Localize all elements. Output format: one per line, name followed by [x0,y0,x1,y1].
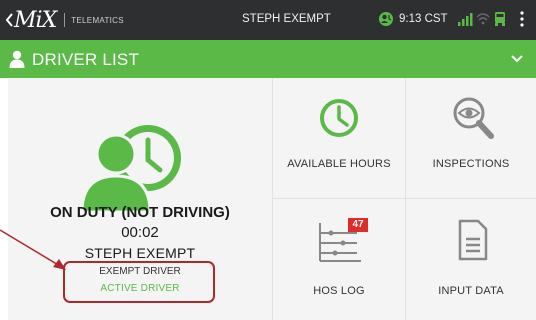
tile-input-data[interactable]: INPUT DATA [406,199,536,320]
driver-on-duty-icon [80,125,181,212]
overflow-menu-icon[interactable] [520,11,524,27]
clock-status-icon [379,12,393,26]
driver-status-panel[interactable]: ON DUTY (NOT DRIVING) 00:02 STEPH EXEMPT… [8,78,273,320]
hos-log-badge: 47 [348,218,368,232]
tile-label: HOS LOG [313,285,365,297]
document-icon [458,219,488,261]
tile-inspections[interactable]: INSPECTIONS [406,78,536,199]
driver-list-header[interactable]: DRIVER LIST [0,40,536,78]
duty-status: ON DUTY (NOT DRIVING) [50,204,230,221]
duty-elapsed-time: 00:02 [121,224,159,241]
status-bar: MiX TELEMATICS STEPH EXEMPT 9:13 CST [0,0,536,40]
brand: MiX TELEMATICS [14,6,124,34]
tile-label: INSPECTIONS [432,158,510,170]
tile-label: AVAILABLE HOURS [287,158,391,170]
signal-icon [458,13,473,26]
tile-hos-log[interactable]: 47 HOS LOG [273,199,406,320]
chevron-down-icon[interactable] [510,54,524,64]
tile-label: INPUT DATA [438,285,504,297]
main-content: ON DUTY (NOT DRIVING) 00:02 STEPH EXEMPT… [8,78,536,320]
brand-subtitle: TELEMATICS [71,15,124,25]
header-title: DRIVER LIST [32,50,140,69]
current-driver-name: STEPH EXEMPT [242,13,331,25]
magnifier-eye-icon [453,97,494,139]
exempt-driver-label: EXEMPT DRIVER [99,266,181,277]
clock-icon [320,99,358,137]
driver-name: STEPH EXEMPT [84,245,196,261]
brand-divider [64,13,66,27]
person-icon [9,50,25,68]
wifi-icon [476,13,490,25]
brand-logo: MiX [14,7,57,33]
truck-icon [495,12,505,26]
clock-time: 9:13 CST [399,13,448,25]
active-driver-label: ACTIVE DRIVER [100,283,180,294]
tile-available-hours[interactable]: AVAILABLE HOURS [273,78,406,199]
